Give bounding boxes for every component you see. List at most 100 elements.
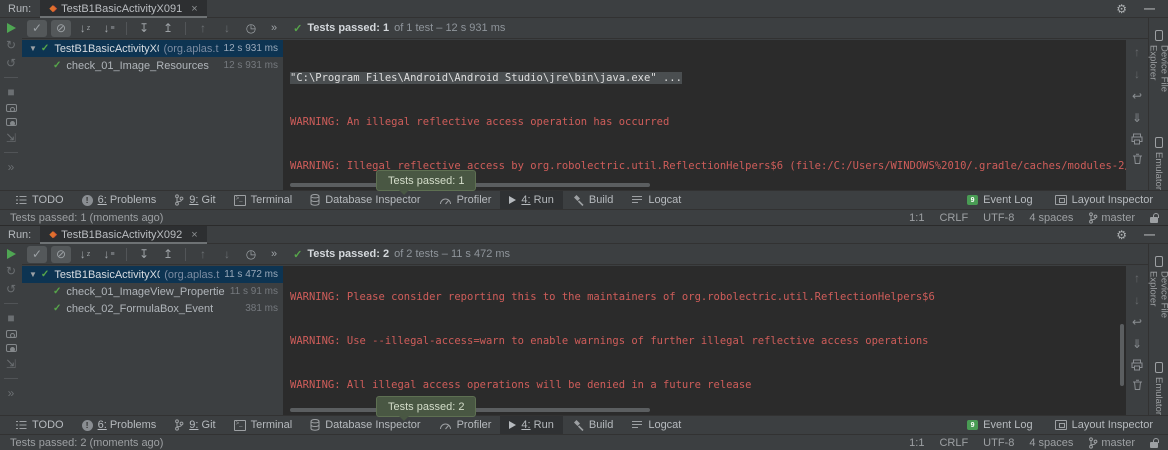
test-history-icon[interactable]: ◷ [241,246,261,263]
rerun-failed-tests-icon[interactable]: ↻ [6,265,16,277]
caret-position[interactable]: 1:1 [909,212,924,224]
git-branch-widget[interactable]: master [1088,212,1135,224]
clear-console-trash-icon[interactable] [1132,379,1143,391]
hide-window-icon[interactable]: — [1144,229,1155,241]
device-file-explorer-button[interactable]: Device File Explorer [1148,30,1168,119]
screen-record-icon[interactable] [6,344,17,352]
collapse-all-icon[interactable]: ↥ [158,246,178,263]
up-stacktrace-icon[interactable]: ↑ [1134,271,1140,285]
console-vertical-scrollbar[interactable] [1120,324,1124,386]
terminal-button[interactable]: >_ Terminal [225,416,302,435]
build-button[interactable]: Build [563,416,622,435]
test-tree-root-row[interactable]: ▼ ✓ TestB1BasicActivityX091 (org.aplas.t… [22,40,283,57]
next-occurrence-icon[interactable]: ↓ [217,20,237,37]
sort-alphabetically-icon[interactable]: ↓z [75,246,95,263]
settings-gear-icon[interactable]: ⚙ [1116,2,1127,16]
expanded-chevron-icon[interactable]: ▼ [29,44,37,53]
screen-record-icon[interactable] [6,118,17,126]
test-history-icon[interactable]: ◷ [241,20,261,37]
show-ignored-icon[interactable]: ⊘ [51,246,71,263]
profiler-button[interactable]: Profiler [430,191,501,210]
problems-button[interactable]: ! 6: Problems [73,191,166,210]
line-separator[interactable]: CRLF [939,212,968,224]
layout-inspector-button[interactable]: Layout Inspector [1046,416,1162,435]
stop-icon[interactable]: ■ [7,86,14,98]
show-passed-icon[interactable]: ✓ [27,20,47,37]
logcat-button[interactable]: Logcat [622,191,690,210]
emulator-button[interactable]: Emulator [1153,362,1164,415]
git-branch-widget[interactable]: master [1088,437,1135,449]
sort-alphabetically-icon[interactable]: ↓z [75,20,95,37]
sort-by-duration-icon[interactable]: ↓≡ [99,20,119,37]
settings-gear-icon[interactable]: ⚙ [1116,228,1127,242]
device-file-explorer-button[interactable]: Device File Explorer [1148,256,1168,344]
expand-all-icon[interactable]: ↧ [134,20,154,37]
toggle-auto-test-icon[interactable]: ↺ [6,283,16,295]
indent-style[interactable]: 4 spaces [1029,437,1073,449]
hide-window-icon[interactable]: — [1144,3,1155,15]
previous-occurrence-icon[interactable]: ↑ [193,20,213,37]
scroll-to-end-icon[interactable]: ⇓ [1132,337,1142,351]
expand-all-icon[interactable]: ↧ [134,246,154,263]
indent-style[interactable]: 4 spaces [1029,212,1073,224]
file-encoding[interactable]: UTF-8 [983,437,1014,449]
more-actions-icon[interactable]: » [8,161,15,173]
previous-occurrence-icon[interactable]: ↑ [193,246,213,263]
import-test-results-icon[interactable]: ⇲ [6,132,16,144]
show-ignored-icon[interactable]: ⊘ [51,20,71,37]
stop-icon[interactable]: ■ [7,312,14,324]
git-button[interactable]: 9: Git [165,191,224,210]
scroll-to-end-icon[interactable]: ⇓ [1132,111,1142,125]
event-log-button[interactable]: 9 Event Log [958,416,1042,435]
todo-button[interactable]: TODO [6,416,73,435]
close-tab-icon[interactable]: × [191,229,197,241]
test-tree-case-row[interactable]: ✓ check_02_FormulaBox_Event 381 ms [22,300,283,317]
event-log-button[interactable]: 9 Event Log [958,191,1042,210]
run-tab[interactable]: ◆ TestB1BasicActivityX091 × [40,0,206,18]
screenshot-icon[interactable] [6,104,17,112]
clear-console-trash-icon[interactable] [1132,153,1143,165]
terminal-button[interactable]: >_ Terminal [225,191,302,210]
screenshot-icon[interactable] [6,330,17,338]
import-test-results-icon[interactable]: ⇲ [6,358,16,370]
line-separator[interactable]: CRLF [939,437,968,449]
soft-wrap-icon[interactable]: ↩ [1132,315,1142,329]
down-stacktrace-icon[interactable]: ↓ [1134,293,1140,307]
logcat-button[interactable]: Logcat [622,416,690,435]
database-inspector-button[interactable]: Database Inspector [301,191,429,210]
readonly-lock-icon[interactable] [1150,217,1158,223]
build-button[interactable]: Build [563,191,622,210]
layout-inspector-button[interactable]: Layout Inspector [1046,191,1162,210]
collapse-all-icon[interactable]: ↥ [158,20,178,37]
print-icon[interactable] [1131,359,1143,371]
run-button[interactable]: 4: Run [500,416,562,435]
git-button[interactable]: 9: Git [165,416,224,435]
expanded-chevron-icon[interactable]: ▼ [29,270,37,279]
rerun-button[interactable] [7,249,16,259]
file-encoding[interactable]: UTF-8 [983,212,1014,224]
more-actions-icon[interactable]: » [8,387,15,399]
test-tree-case-row[interactable]: ✓ check_01_ImageView_Properties 11 s 91 … [22,283,283,300]
run-button[interactable]: 4: Run [500,191,562,210]
problems-button[interactable]: ! 6: Problems [73,416,166,435]
down-stacktrace-icon[interactable]: ↓ [1134,67,1140,81]
show-passed-icon[interactable]: ✓ [27,246,47,263]
next-occurrence-icon[interactable]: ↓ [217,246,237,263]
toolbar-overflow-icon[interactable]: » [271,248,277,260]
toggle-auto-test-icon[interactable]: ↺ [6,57,16,69]
rerun-failed-tests-icon[interactable]: ↻ [6,39,16,51]
profiler-button[interactable]: Profiler [430,416,501,435]
readonly-lock-icon[interactable] [1150,442,1158,448]
run-tab[interactable]: ◆ TestB1BasicActivityX092 × [40,226,206,244]
close-tab-icon[interactable]: × [191,3,197,15]
rerun-button[interactable] [7,23,16,33]
todo-button[interactable]: TODO [6,191,73,210]
print-icon[interactable] [1131,133,1143,145]
up-stacktrace-icon[interactable]: ↑ [1134,45,1140,59]
caret-position[interactable]: 1:1 [909,437,924,449]
emulator-button[interactable]: Emulator [1153,137,1164,190]
test-tree-root-row[interactable]: ▼ ✓ TestB1BasicActivityX092 (org.aplas.t… [22,266,283,283]
database-inspector-button[interactable]: Database Inspector [301,416,429,435]
soft-wrap-icon[interactable]: ↩ [1132,89,1142,103]
sort-by-duration-icon[interactable]: ↓≡ [99,246,119,263]
